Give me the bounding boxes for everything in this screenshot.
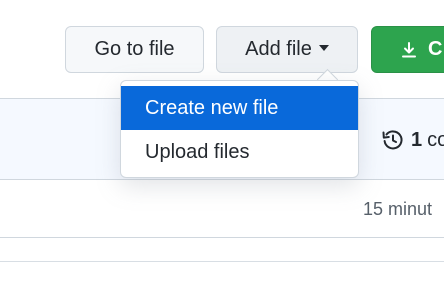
last-update-time: 15 minut: [363, 199, 433, 219]
add-file-label: Add file: [245, 38, 312, 60]
go-to-file-button[interactable]: Go to file: [65, 26, 204, 73]
menu-item-create-new-file[interactable]: Create new file: [121, 86, 358, 130]
caret-down-icon: [318, 44, 329, 51]
download-icon: [402, 41, 416, 57]
code-label: C: [428, 38, 443, 60]
commit-history-link[interactable]: 1 co: [381, 128, 444, 152]
code-button[interactable]: C: [371, 26, 444, 73]
history-icon: [382, 130, 403, 150]
add-file-dropdown-menu: Create new file Upload files: [120, 80, 359, 178]
menu-item-upload-files[interactable]: Upload files: [121, 130, 358, 174]
go-to-file-label: Go to file: [94, 38, 175, 60]
commit-label: co: [427, 128, 444, 151]
divider: [0, 261, 444, 262]
add-file-button[interactable]: Add file: [216, 26, 358, 73]
commit-count: 1: [411, 128, 423, 151]
